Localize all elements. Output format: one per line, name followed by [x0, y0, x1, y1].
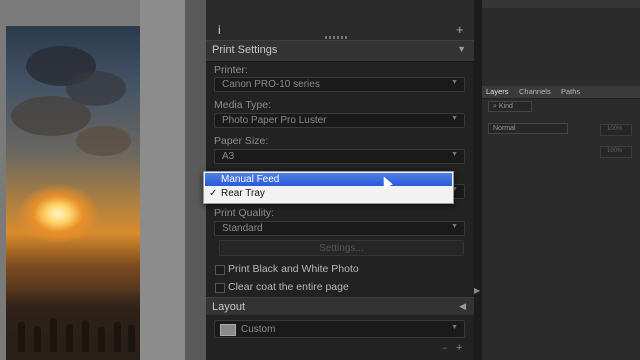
kind-label: Kind	[498, 103, 513, 110]
remove-icon[interactable]: −	[442, 343, 447, 353]
layout-value: Custom	[241, 324, 276, 335]
print-quality-label: Print Quality:	[214, 207, 275, 219]
blend-mode-select[interactable]: Normal	[488, 123, 568, 134]
menu-item-manual-feed[interactable]: Manual Feed	[205, 173, 452, 186]
printer-label: Printer:	[214, 64, 248, 76]
fill-value: 100%	[607, 148, 623, 154]
panel-top-bar	[206, 0, 474, 40]
tab-paths[interactable]: Paths	[561, 87, 580, 96]
add-icon[interactable]: +	[456, 342, 462, 354]
print-quality-select[interactable]: Standard ▼	[214, 221, 465, 236]
menu-item-rear-tray[interactable]: ✓ Rear Tray	[205, 187, 452, 200]
paper-size-label: Paper Size:	[214, 135, 269, 147]
opacity-field[interactable]: 100%	[600, 124, 632, 136]
chevron-down-icon: ▼	[451, 151, 458, 158]
printer-select[interactable]: Canon PRO-10 series ▼	[214, 77, 465, 92]
printer-value: Canon PRO-10 series	[222, 79, 320, 90]
resize-grip[interactable]	[325, 36, 347, 39]
clear-coat-checkbox[interactable]	[215, 283, 225, 293]
paper-source-menu: Manual Feed ✓ Rear Tray	[203, 171, 454, 204]
menu-item-label: Rear Tray	[221, 188, 265, 199]
checkmark-icon: ✓	[209, 188, 218, 199]
collapse-icon[interactable]: ▼	[457, 44, 466, 54]
layout-swatch	[220, 324, 236, 336]
preview-photo	[6, 26, 140, 360]
chevron-down-icon: ▼	[451, 115, 458, 122]
settings-button[interactable]: Settings...	[219, 240, 464, 256]
opacity-value: 100%	[607, 126, 623, 132]
media-type-label: Media Type:	[214, 99, 272, 111]
chevron-down-icon: ▼	[451, 223, 458, 230]
expand-icon[interactable]: ◀	[459, 301, 466, 312]
info-icon[interactable]: i	[218, 23, 221, 37]
panel-divider	[474, 0, 482, 360]
bw-photo-checkbox[interactable]	[215, 265, 225, 275]
kind-filter[interactable]: ⌕ Kind	[488, 101, 532, 112]
layout-select[interactable]: Custom ▼	[214, 320, 465, 338]
media-type-value: Photo Paper Pro Luster	[222, 115, 327, 126]
tab-channels[interactable]: Channels	[519, 87, 551, 96]
menu-item-label: Manual Feed	[221, 174, 280, 185]
print-quality-value: Standard	[222, 223, 263, 234]
blend-mode-value: Normal	[493, 125, 516, 132]
scroll-right-icon[interactable]: ▶	[474, 286, 480, 295]
photoshop-right-panel	[482, 0, 640, 360]
preview-margin	[140, 0, 185, 360]
layout-title: Layout	[212, 301, 246, 313]
print-settings-header[interactable]: Print Settings ▼	[206, 40, 474, 62]
media-type-select[interactable]: Photo Paper Pro Luster ▼	[214, 113, 465, 128]
layers-panel-tabs: Layers Channels Paths	[482, 86, 640, 99]
clear-coat-label: Clear coat the entire page	[228, 281, 349, 293]
paper-size-value: A3	[222, 151, 235, 162]
bw-photo-label: Print Black and White Photo	[228, 263, 359, 275]
add-icon[interactable]: +	[456, 22, 464, 37]
top-panel-tabs	[482, 0, 640, 8]
print-settings-title: Print Settings	[212, 44, 278, 56]
chevron-down-icon: ▼	[451, 324, 458, 331]
fill-field[interactable]: 100%	[600, 146, 632, 158]
tab-layers[interactable]: Layers	[486, 87, 509, 96]
paper-size-select[interactable]: A3 ▼	[214, 149, 465, 164]
chevron-down-icon: ▼	[451, 79, 458, 86]
